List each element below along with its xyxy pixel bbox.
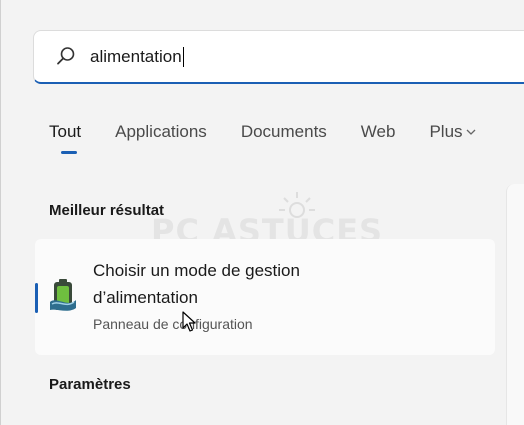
search-icon bbox=[57, 47, 75, 65]
search-input[interactable]: alimentation bbox=[90, 43, 510, 71]
text-caret bbox=[182, 47, 184, 67]
tab-label: Documents bbox=[240, 122, 327, 141]
active-tab-indicator bbox=[61, 151, 77, 154]
tab-tout[interactable]: Tout bbox=[49, 120, 82, 154]
best-result-heading: Meilleur résultat bbox=[49, 202, 165, 219]
result-title: Choisir un mode de gestion d’alimentatio… bbox=[93, 261, 300, 307]
preview-panel bbox=[506, 184, 524, 425]
best-result-item[interactable]: Choisir un mode de gestion d’alimentatio… bbox=[35, 239, 495, 355]
tab-label: Web bbox=[360, 122, 396, 141]
result-subtitle: Panneau de configuration bbox=[93, 316, 253, 332]
selection-indicator bbox=[35, 283, 38, 313]
watermark-sun-logo bbox=[279, 192, 315, 218]
search-box[interactable]: alimentation bbox=[33, 30, 524, 84]
tab-label: Applications bbox=[115, 122, 207, 141]
tab-label: Plus bbox=[429, 122, 463, 141]
settings-heading: Paramètres bbox=[49, 376, 131, 393]
tab-web[interactable]: Web bbox=[361, 120, 396, 144]
chevron-down-icon bbox=[466, 129, 475, 135]
search-input-text: alimentation bbox=[90, 47, 182, 66]
battery-power-icon bbox=[50, 279, 76, 311]
filter-tabs: Tout Applications Documents Web Plus bbox=[49, 120, 510, 160]
tab-label: Tout bbox=[49, 122, 82, 141]
tab-plus[interactable]: Plus bbox=[429, 120, 475, 144]
search-window: alimentation Tout Applications Documents… bbox=[0, 0, 524, 425]
tab-applications[interactable]: Applications bbox=[115, 120, 207, 144]
tab-documents[interactable]: Documents bbox=[241, 120, 327, 144]
